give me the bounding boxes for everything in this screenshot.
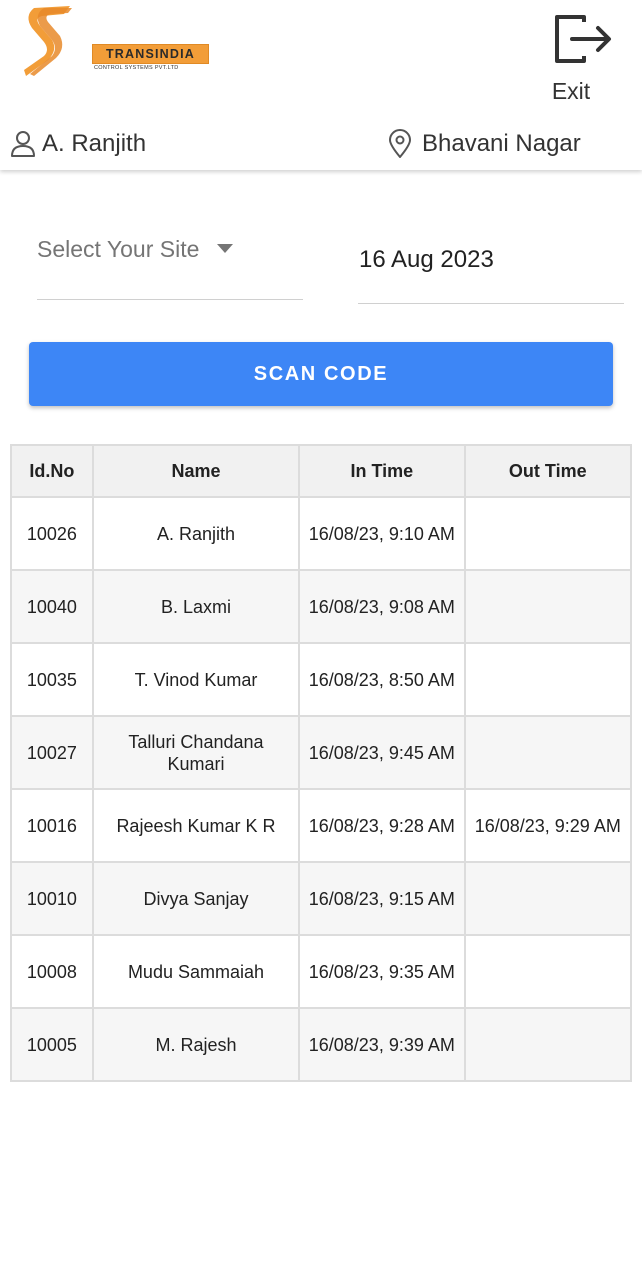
header-name: Name <box>91 444 301 498</box>
cell-out-time <box>463 569 633 644</box>
table-row: 10027 Talluri Chandana Kumari 16/08/23, … <box>10 715 633 790</box>
app-header: TRANSINDIA CONTROL SYSTEMS PVT.LTD Exit … <box>0 0 642 170</box>
user-info: A. Ranjith <box>10 126 146 162</box>
cell-in-time: 16/08/23, 9:39 AM <box>298 1007 466 1082</box>
location-info: Bhavani Nagar <box>388 124 581 164</box>
logo-wordmark: TRANSINDIA <box>92 44 209 64</box>
cell-out-time <box>463 934 633 1009</box>
location-name: Bhavani Nagar <box>422 130 581 157</box>
scan-code-button[interactable]: SCAN CODE <box>29 342 613 406</box>
cell-name: Talluri Chandana Kumari <box>91 715 301 790</box>
cell-in-time: 16/08/23, 8:50 AM <box>298 642 466 717</box>
cell-id: 10008 <box>10 934 94 1009</box>
cell-id: 10035 <box>10 642 94 717</box>
exit-button[interactable]: Exit <box>546 14 618 106</box>
cell-id: 10040 <box>10 569 94 644</box>
cell-name: A. Ranjith <box>91 496 301 571</box>
cell-id: 10016 <box>10 788 94 863</box>
caret-down-icon <box>217 244 233 253</box>
cell-name: Mudu Sammaiah <box>91 934 301 1009</box>
table-row: 10005 M. Rajesh 16/08/23, 9:39 AM <box>10 1007 633 1082</box>
cell-out-time <box>463 1007 633 1082</box>
cell-in-time: 16/08/23, 9:15 AM <box>298 861 466 936</box>
exit-label: Exit <box>551 78 591 104</box>
site-select-dropdown[interactable]: Select Your Site <box>37 222 303 300</box>
header-id: Id.No <box>10 444 94 498</box>
cell-name: B. Laxmi <box>91 569 301 644</box>
cell-name: M. Rajesh <box>91 1007 301 1082</box>
site-select-placeholder: Select Your Site <box>37 236 200 262</box>
cell-out-time <box>463 861 633 936</box>
logo-subtitle: CONTROL SYSTEMS PVT.LTD <box>94 65 179 71</box>
cell-in-time: 16/08/23, 9:08 AM <box>298 569 466 644</box>
location-pin-icon <box>389 129 411 158</box>
cell-id: 10005 <box>10 1007 94 1082</box>
table-row: 10040 B. Laxmi 16/08/23, 9:08 AM <box>10 569 633 644</box>
table-header-row: Id.No Name In Time Out Time <box>10 444 633 498</box>
table-row: 10008 Mudu Sammaiah 16/08/23, 9:35 AM <box>10 934 633 1009</box>
exit-icon <box>555 15 611 63</box>
cell-name: T. Vinod Kumar <box>91 642 301 717</box>
cell-name: Divya Sanjay <box>91 861 301 936</box>
cell-id: 10027 <box>10 715 94 790</box>
date-field[interactable]: 16 Aug 2023 <box>358 222 624 304</box>
cell-in-time: 16/08/23, 9:28 AM <box>298 788 466 863</box>
table-row: 10035 T. Vinod Kumar 16/08/23, 8:50 AM <box>10 642 633 717</box>
table-row: 10026 A. Ranjith 16/08/23, 9:10 AM <box>10 496 633 571</box>
header-out-time: Out Time <box>463 444 633 498</box>
cell-in-time: 16/08/23, 9:45 AM <box>298 715 466 790</box>
transindia-logo-icon <box>24 6 72 76</box>
cell-out-time <box>463 642 633 717</box>
cell-in-time: 16/08/23, 9:10 AM <box>298 496 466 571</box>
cell-name: Rajeesh Kumar K R <box>91 788 301 863</box>
cell-id: 10026 <box>10 496 94 571</box>
cell-out-time: 16/08/23, 9:29 AM <box>463 788 633 863</box>
attendance-table: Id.No Name In Time Out Time 10026 A. Ran… <box>10 444 633 1082</box>
header-in-time: In Time <box>298 444 466 498</box>
cell-out-time <box>463 715 633 790</box>
transindia-logo: TRANSINDIA CONTROL SYSTEMS PVT.LTD <box>20 4 209 78</box>
cell-in-time: 16/08/23, 9:35 AM <box>298 934 466 1009</box>
cell-id: 10010 <box>10 861 94 936</box>
date-value: 16 Aug 2023 <box>359 246 494 273</box>
user-icon <box>11 131 35 157</box>
table-row: 10010 Divya Sanjay 16/08/23, 9:15 AM <box>10 861 633 936</box>
table-row: 10016 Rajeesh Kumar K R 16/08/23, 9:28 A… <box>10 788 633 863</box>
user-name: A. Ranjith <box>42 130 147 157</box>
cell-out-time <box>463 496 633 571</box>
